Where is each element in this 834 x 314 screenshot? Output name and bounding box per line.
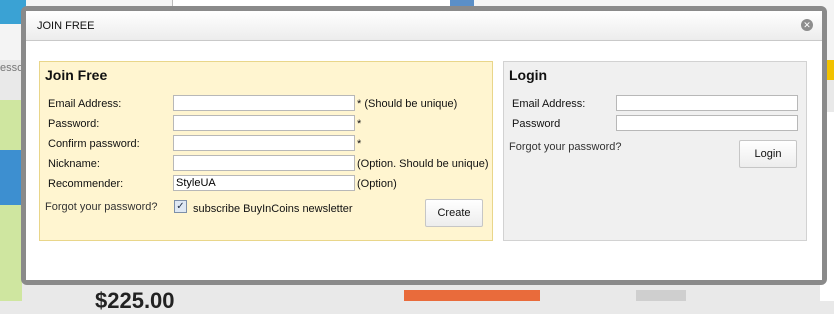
newsletter-checkbox[interactable]: ✓: [174, 200, 187, 213]
create-button[interactable]: Create: [425, 199, 483, 227]
login-password-label: Password: [512, 118, 561, 130]
login-email-field[interactable]: [616, 95, 798, 111]
password-field[interactable]: [173, 115, 355, 131]
background-product-image: [636, 290, 686, 301]
nickname-label: Nickname:: [48, 158, 100, 170]
background-product-image: [404, 290, 540, 301]
join-heading: Join Free: [45, 67, 108, 83]
login-password-field[interactable]: [616, 115, 798, 131]
promo-ribbon: [0, 150, 22, 205]
forgot-password-link[interactable]: Forgot your password?: [45, 201, 158, 213]
email-label: Email Address:: [48, 98, 122, 110]
recommender-note: (Option): [357, 178, 397, 190]
modal-header: JOIN FREE ✕: [26, 11, 822, 41]
newsletter-label: subscribe BuyInCoins newsletter: [193, 203, 353, 215]
login-button[interactable]: Login: [739, 140, 797, 168]
login-email-label: Email Address:: [512, 98, 586, 110]
join-modal: JOIN FREE ✕ Join Free Email Address: * (…: [26, 11, 822, 280]
login-panel: Login Email Address: Password Forgot you…: [503, 61, 807, 241]
background-accent-strip: [826, 60, 834, 80]
recommender-label: Recommender:: [48, 178, 124, 190]
login-heading: Login: [509, 67, 548, 83]
background-price: $225.00: [95, 288, 175, 313]
login-forgot-password-link[interactable]: Forgot your password?: [509, 141, 622, 153]
close-icon[interactable]: ✕: [801, 19, 813, 31]
join-panel: Join Free Email Address: * (Should be un…: [39, 61, 493, 241]
email-field[interactable]: [173, 95, 355, 111]
password-label: Password:: [48, 118, 100, 130]
modal-title: JOIN FREE: [37, 20, 95, 32]
confirm-password-note: *: [357, 138, 362, 150]
recommender-field[interactable]: [173, 175, 355, 191]
nickname-field[interactable]: [173, 155, 355, 171]
nickname-note: (Option. Should be unique): [357, 158, 489, 170]
email-note: * (Should be unique): [357, 98, 458, 110]
confirm-password-field[interactable]: [173, 135, 355, 151]
password-note: *: [357, 118, 362, 130]
confirm-password-label: Confirm password:: [48, 138, 140, 150]
